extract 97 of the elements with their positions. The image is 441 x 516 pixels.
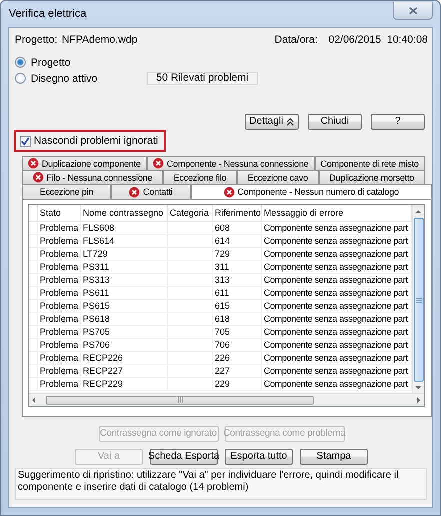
table-cell: 226 — [212, 352, 262, 364]
grip-icon — [416, 298, 422, 302]
table-cell: PS706 — [80, 338, 168, 352]
tab[interactable]: Eccezione pin — [22, 184, 112, 199]
tab[interactable]: Componente - Nessuna connessione — [146, 156, 315, 170]
table-cell: RECP227 — [80, 364, 168, 378]
close-button[interactable] — [393, 2, 433, 20]
table-cell: 227 — [212, 364, 262, 378]
table-cell: Componente senza assegnazione part — [262, 364, 412, 378]
table-cell: 611 — [212, 286, 262, 300]
table-cell: 313 — [212, 274, 262, 286]
table-cell: RECP226 — [80, 352, 168, 364]
table-cell: 229 — [212, 378, 262, 390]
scroll-left-icon — [32, 396, 36, 404]
table-cell: PS313 — [80, 274, 168, 286]
radio-button[interactable]: Disegno attivo — [15, 72, 147, 84]
hint-text: Suggerimento di ripristino: utilizzare "Vai a" per individuare l'errore, quindi modificare il componente e inserire dati di catalogo (14 problemi) — [15, 468, 427, 500]
table-cell: Problema — [38, 300, 80, 312]
table-cell: FLS614 — [80, 234, 168, 248]
table-cell: 705 — [212, 326, 262, 338]
project-label: Progetto: — [15, 34, 59, 46]
table-cell: PS615 — [80, 300, 168, 312]
button[interactable]: Scheda Esporta — [150, 449, 218, 465]
scroll-down-icon — [415, 386, 422, 390]
table-cell: Problema — [38, 378, 80, 390]
tab[interactable]: Duplicazione morsetto — [318, 170, 425, 184]
button[interactable]: Chiudi — [308, 114, 362, 130]
table-cell: Componente senza assegnazione part — [262, 312, 412, 326]
scroll-right-icon — [417, 396, 421, 404]
column-header[interactable]: Categoria — [168, 205, 212, 222]
table-cell: Componente senza assegnazione part — [262, 286, 412, 300]
table-cell: PS311 — [80, 260, 168, 274]
table-cell: 311 — [212, 260, 262, 274]
table-cell: LT729 — [80, 248, 168, 260]
checkbox[interactable]: Nascondi problemi ignorati — [20, 135, 158, 147]
table-cell: Problema — [38, 312, 80, 326]
table-cell: 706 — [212, 338, 262, 352]
table-cell: Problema — [38, 364, 80, 378]
table-cell: Problema — [38, 352, 80, 364]
summary-field: 50 Rilevati problemi — [147, 72, 258, 85]
table-cell: 729 — [212, 248, 262, 260]
table-cell: Problema — [38, 338, 80, 352]
scroll-thumb[interactable] — [46, 396, 314, 404]
double-chevron-icon — [287, 118, 294, 126]
vertical-scrollbar[interactable] — [412, 205, 424, 393]
button[interactable]: Esporta tutto — [225, 449, 293, 465]
table-cell: Componente senza assegnazione part — [262, 300, 412, 312]
table-cell: Componente senza assegnazione part — [262, 248, 412, 260]
tab[interactable]: Componente - Nessun numero di catalogo — [190, 184, 432, 199]
table-cell: RECP229 — [80, 378, 168, 390]
table-cell: PS611 — [80, 286, 168, 300]
button[interactable]: Stampa — [300, 449, 368, 465]
table-cell: Problema — [38, 222, 80, 234]
scroll-thumb[interactable] — [414, 218, 424, 382]
tab[interactable]: Componente di rete misto — [314, 156, 425, 170]
table-cell: PS618 — [80, 312, 168, 326]
table-cell: Componente senza assegnazione part — [262, 274, 412, 286]
tab[interactable]: Eccezione cavo — [237, 170, 319, 184]
table-cell: 618 — [212, 312, 262, 326]
table-cell: Componente senza assegnazione part — [262, 352, 412, 364]
table-cell: Problema — [38, 286, 80, 300]
tab[interactable]: Filo - Nessuna connessione — [22, 170, 164, 184]
table-cell: FLS608 — [80, 222, 168, 234]
column-header[interactable]: Riferimento — [212, 205, 262, 222]
table-cell: Problema — [38, 274, 80, 286]
column-header[interactable]: Messaggio di errore — [262, 205, 412, 222]
table-cell: 614 — [212, 234, 262, 248]
table-cell: Componente senza assegnazione part — [262, 234, 412, 248]
table-cell: Componente senza assegnazione part — [262, 260, 412, 274]
date-time: 02/06/2015 10:40:08 — [328, 34, 428, 46]
horizontal-scrollbar[interactable] — [29, 393, 424, 406]
radio-button[interactable]: Progetto — [15, 56, 147, 68]
date-label: Data/ora: — [274, 34, 319, 46]
tab[interactable]: Eccezione filo — [163, 170, 238, 184]
project-name: NFPAdemo.wdp — [62, 34, 139, 46]
table-cell: Problema — [38, 260, 80, 274]
table-cell: Componente senza assegnazione part — [262, 222, 412, 234]
tab[interactable]: Contatti — [111, 184, 191, 199]
table-cell: Componente senza assegnazione part — [262, 338, 412, 352]
table-cell: Problema — [38, 234, 80, 248]
column-header[interactable]: Nome contrassegno — [80, 205, 168, 222]
details-button[interactable]: Dettagli — [245, 114, 299, 130]
grip-icon — [178, 397, 182, 403]
window-title: Verifica elettrica — [8, 8, 87, 20]
scroll-up-icon — [415, 210, 422, 214]
table-cell: Componente senza assegnazione part — [262, 326, 412, 338]
table-cell: PS705 — [80, 326, 168, 338]
column-header[interactable]: Stato — [38, 205, 80, 222]
button[interactable]: ? — [371, 114, 425, 130]
check-icon — [21, 136, 30, 146]
table-cell: Problema — [38, 248, 80, 260]
table-cell: Componente senza assegnazione part — [262, 378, 412, 390]
table-cell: Problema — [38, 326, 80, 338]
table-cell: 608 — [212, 222, 262, 234]
close-icon — [408, 6, 418, 14]
tab[interactable]: Duplicazione componente — [22, 156, 147, 170]
table-cell: 615 — [212, 300, 262, 312]
